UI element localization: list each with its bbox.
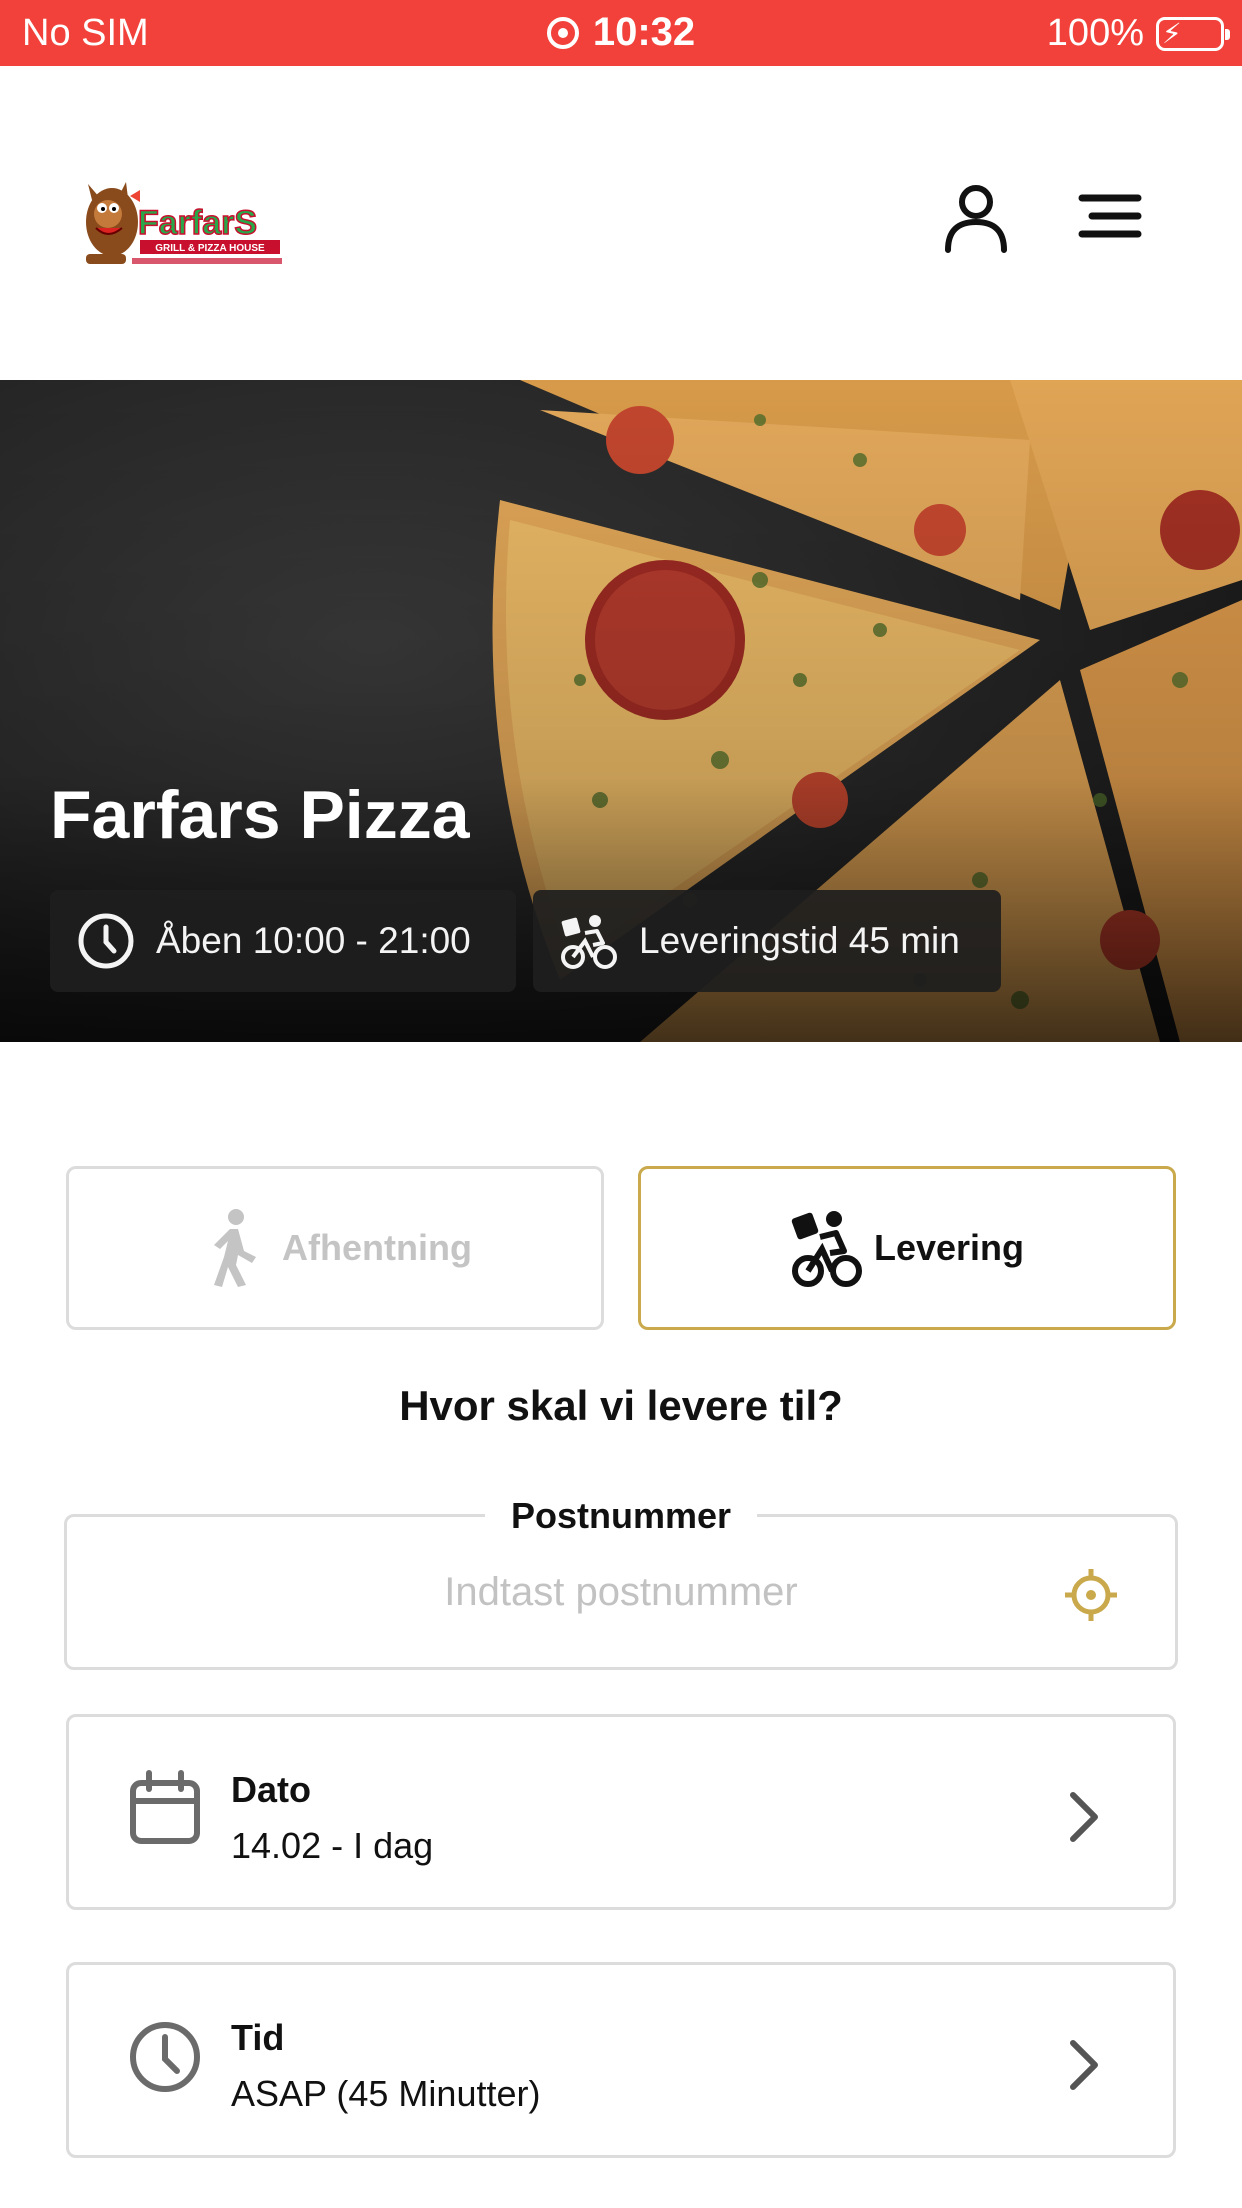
postal-code-field: Postnummer [64,1495,1178,1670]
time-value: ASAP (45 Minutter) [231,2073,541,2114]
status-bar: No SIM 10:32 100% ⚡ [0,0,1242,66]
date-value: 14.02 - I dag [231,1825,434,1866]
clock-icon [78,913,134,969]
postal-code-label: Postnummer [484,1495,758,1536]
time-title: Tid [231,2017,285,2058]
date-title: Dato [231,1769,311,1810]
logo-subtext: GRILL & PIZZA HOUSE [155,243,265,254]
postal-code-label-wrap: Postnummer [67,1495,1175,1537]
battery-group: 100% ⚡ [1046,12,1230,55]
date-selector[interactable]: Dato 14.02 - I dag [66,1714,1176,1910]
chevron-right-icon [1070,2040,1098,2090]
delivery-question: Hvor skal vi levere til? [399,1382,843,1429]
calendar-icon [130,1770,200,1844]
delivery-label: Levering [873,1227,1025,1268]
status-time: 10:32 [592,10,696,54]
app-header: FarfarS GRILL & PIZZA HOUSE [0,66,1242,380]
time-selector[interactable]: Tid ASAP (45 Minutter) [66,1962,1176,2158]
opening-hours-chip: Åben 10:00 - 21:00 [50,890,516,992]
bike-delivery-icon [791,1211,862,1287]
postal-code-input[interactable] [67,1517,1175,1667]
crosshair-icon[interactable] [1063,1567,1119,1623]
delivery-option-button[interactable]: Levering [638,1166,1176,1330]
restaurant-name: Farfars Pizza [50,777,470,853]
pickup-option-button[interactable]: Afhentning [66,1166,604,1330]
brand-logo[interactable]: FarfarS GRILL & PIZZA HOUSE [78,162,288,280]
chevron-right-icon [1070,1792,1098,1842]
pickup-label: Afhentning [282,1227,472,1268]
delivery-time-text: Leveringstid 45 min [639,920,960,961]
user-icon[interactable] [936,176,1016,256]
menu-icon[interactable] [1070,176,1150,256]
location-icon [546,17,579,49]
hero-banner: Farfars Pizza Åben 10:00 - 21:00 Leverin… [0,380,1242,1042]
clock-icon [130,2022,200,2092]
bike-delivery-icon [561,915,617,969]
delivery-time-chip: Leveringstid 45 min [533,890,1001,992]
walking-icon [214,1209,257,1287]
logo-wordmark: FarfarS [138,204,257,242]
opening-hours-text: Åben 10:00 - 21:00 [156,920,471,961]
battery-icon: ⚡ [1156,16,1230,51]
battery-percent: 100% [1046,12,1144,54]
